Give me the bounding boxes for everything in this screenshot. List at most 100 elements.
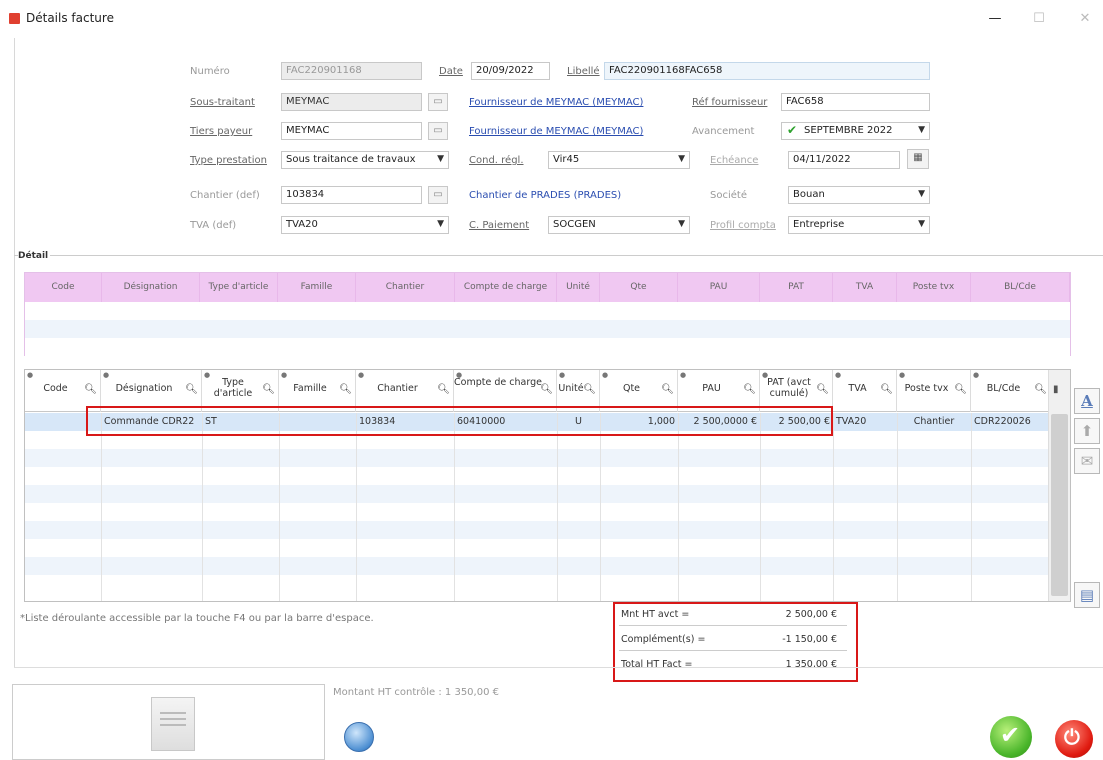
- ref-fournisseur-field[interactable]: FAC658: [781, 93, 930, 111]
- col-header: Famille: [278, 273, 356, 302]
- libelle-label: Libellé: [567, 66, 600, 77]
- echeance-label: Echéance: [710, 155, 759, 166]
- sous-traitant-label: Sous-traitant: [190, 97, 255, 108]
- col-header: Compte de charge: [455, 273, 557, 302]
- search-icon: 🔍︎: [583, 384, 596, 395]
- window-title: Détails facture: [26, 11, 114, 25]
- chevron-down-icon: ▼: [437, 154, 444, 164]
- tiers-payeur-link[interactable]: Fournisseur de MEYMAC (MEYMAC): [469, 126, 643, 137]
- invoice-lines-grid[interactable]: ● Code 🔍︎ ● Désignation 🔍︎ ● Type d'article 🔍︎…: [24, 369, 1071, 602]
- c-paiement-select[interactable]: SOCGEN ▼: [548, 216, 690, 234]
- col-header: Type d'article: [200, 273, 278, 302]
- sous-traitant-picker-icon[interactable]: ▭: [428, 93, 448, 111]
- totals-highlight-box: [613, 602, 858, 682]
- maximize-button[interactable]: ☐: [1026, 8, 1052, 30]
- col-header[interactable]: ● Poste tvx 🔍︎: [897, 370, 971, 412]
- move-up-icon[interactable]: ⬆: [1074, 418, 1100, 444]
- chevron-down-icon: ▼: [918, 219, 925, 229]
- c-paiement-value: SOCGEN: [553, 219, 596, 230]
- close-button[interactable]: ✕: [1072, 8, 1098, 30]
- search-icon: 🔍︎: [339, 384, 352, 395]
- minimize-button[interactable]: —: [982, 8, 1008, 30]
- tva-select[interactable]: TVA20 ▼: [281, 216, 449, 234]
- validate-button[interactable]: ✔: [990, 716, 1032, 758]
- power-icon: ⏻: [1064, 725, 1080, 749]
- chantier-picker-icon[interactable]: ▭: [428, 186, 448, 204]
- societe-label: Société: [710, 190, 747, 201]
- col-header: Unité: [557, 273, 600, 302]
- email-icon[interactable]: ✉: [1074, 448, 1100, 474]
- cond-regl-select[interactable]: Vir45 ▼: [548, 151, 690, 169]
- type-prestation-value: Sous traitance de travaux: [286, 154, 416, 165]
- export-icon[interactable]: ▤: [1074, 582, 1100, 608]
- search-icon: 🔍︎: [185, 384, 198, 395]
- tiers-payeur-field[interactable]: MEYMAC: [281, 122, 422, 140]
- chevron-down-icon: ▼: [678, 154, 685, 164]
- col-header: Qte: [600, 273, 678, 302]
- col-header[interactable]: ● TVA 🔍︎: [833, 370, 897, 412]
- chevron-down-icon: ▼: [678, 219, 685, 229]
- detail-divider: [14, 255, 1103, 256]
- c-paiement-label: C. Paiement: [469, 220, 530, 231]
- ref-fournisseur-label: Réf fournisseur: [692, 97, 768, 108]
- tva-value: TVA20: [286, 219, 318, 230]
- cell-blcde: CDR220026: [974, 416, 1031, 427]
- type-prestation-label: Type prestation: [190, 155, 267, 166]
- detail-entry-header: Code Désignation Type d'article Famille …: [25, 273, 1070, 302]
- numero-label: Numéro: [190, 66, 230, 77]
- col-header: PAT: [760, 273, 833, 302]
- entry-row[interactable]: [25, 338, 1070, 356]
- chevron-down-icon: ▼: [918, 125, 925, 135]
- type-prestation-select[interactable]: Sous traitance de travaux ▼: [281, 151, 449, 169]
- search-icon: 🔍︎: [437, 384, 450, 395]
- footnote: *Liste déroulante accessible par la touc…: [20, 613, 374, 624]
- lines-scrollbar[interactable]: ▮: [1048, 370, 1070, 601]
- chevron-down-icon: ▼: [437, 219, 444, 229]
- chantier-field[interactable]: 103834: [281, 186, 422, 204]
- sous-traitant-link[interactable]: Fournisseur de MEYMAC (MEYMAC): [469, 97, 643, 108]
- search-icon: 🔍︎: [1034, 384, 1047, 395]
- societe-value: Bouan: [793, 189, 825, 200]
- search-icon: 🔍︎: [661, 384, 674, 395]
- tiers-payeur-picker-icon[interactable]: ▭: [428, 122, 448, 140]
- entry-row[interactable]: [25, 302, 1070, 320]
- col-header: Code: [25, 273, 102, 302]
- search-icon: 🔍︎: [816, 384, 829, 395]
- chantier-link[interactable]: Chantier de PRADES (PRADES): [469, 190, 621, 201]
- avancement-value: SEPTEMBRE 2022: [804, 125, 893, 136]
- avancement-label: Avancement: [692, 126, 755, 137]
- detail-entry-grid[interactable]: Code Désignation Type d'article Famille …: [24, 272, 1071, 356]
- search-icon: 🔍︎: [880, 384, 893, 395]
- search-icon: 🔍︎: [540, 384, 553, 395]
- tiers-payeur-label: Tiers payeur: [190, 126, 253, 137]
- cond-regl-label: Cond. régl.: [469, 155, 524, 166]
- globe-icon[interactable]: [344, 722, 374, 752]
- col-header[interactable]: ● BL/Cde 🔍︎: [971, 370, 1050, 412]
- column-chooser-icon[interactable]: ▮: [1053, 384, 1059, 395]
- document-preview[interactable]: [12, 684, 325, 760]
- cond-regl-value: Vir45: [553, 154, 580, 165]
- bottom-divider: [14, 667, 1103, 668]
- cancel-button[interactable]: ⏻: [1055, 720, 1093, 758]
- echeance-field[interactable]: 04/11/2022: [788, 151, 900, 169]
- date-field[interactable]: 20/09/2022: [471, 62, 550, 80]
- sous-traitant-field: MEYMAC: [281, 93, 422, 111]
- search-icon: 🔍︎: [84, 384, 97, 395]
- col-header: Désignation: [102, 273, 200, 302]
- avancement-select[interactable]: ✔ SEPTEMBRE 2022 ▼: [781, 122, 930, 140]
- entry-row[interactable]: [25, 320, 1070, 338]
- profil-compta-select[interactable]: Entreprise ▼: [788, 216, 930, 234]
- title-bar: Détails facture — ☐ ✕: [0, 0, 1103, 38]
- scroll-thumb[interactable]: [1051, 414, 1068, 596]
- col-header: TVA: [833, 273, 897, 302]
- col-header: PAU: [678, 273, 760, 302]
- font-format-button[interactable]: A: [1074, 388, 1100, 414]
- calendar-icon[interactable]: ▦: [907, 149, 929, 169]
- societe-select[interactable]: Bouan ▼: [788, 186, 930, 204]
- check-icon: ✔: [787, 123, 798, 137]
- cell-poste: Chantier: [913, 416, 955, 427]
- search-icon: 🔍︎: [743, 384, 756, 395]
- search-icon: 🔍︎: [954, 384, 967, 395]
- highlight-box: [86, 406, 833, 436]
- libelle-field[interactable]: FAC220901168FAC658: [604, 62, 930, 80]
